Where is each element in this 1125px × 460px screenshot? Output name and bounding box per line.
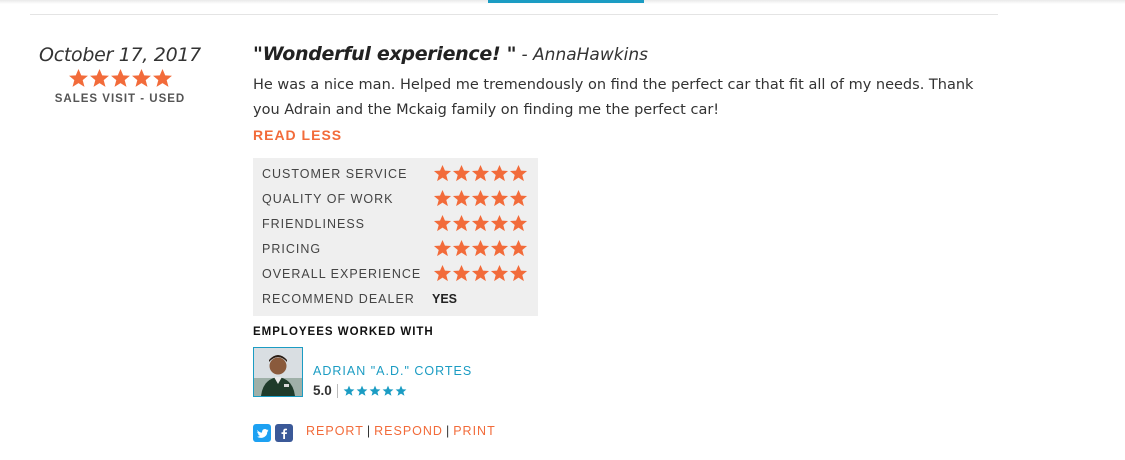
star-icon bbox=[89, 69, 109, 87]
star-icon bbox=[452, 164, 471, 182]
facebook-icon bbox=[281, 428, 287, 439]
employee-photo-icon bbox=[254, 348, 302, 396]
star-icon bbox=[110, 69, 130, 87]
star-icon bbox=[68, 69, 88, 87]
rating-stars bbox=[433, 239, 528, 259]
star-icon bbox=[490, 214, 509, 232]
star-icon bbox=[490, 189, 509, 207]
star-icon bbox=[471, 164, 490, 182]
divider: | bbox=[445, 424, 451, 438]
star-icon bbox=[356, 385, 368, 396]
star-icon bbox=[509, 164, 528, 182]
star-icon bbox=[382, 385, 394, 396]
star-icon bbox=[490, 164, 509, 182]
star-icon bbox=[490, 264, 509, 282]
read-less-link[interactable]: READ LESS bbox=[253, 127, 993, 143]
rating-row: OVERALL EXPERIENCE bbox=[262, 260, 532, 285]
visit-type: SALES VISIT - USED bbox=[54, 93, 186, 105]
review-content: "Wonderful experience! " - AnnaHawkins H… bbox=[253, 42, 993, 442]
employees-heading: EMPLOYEES WORKED WITH bbox=[253, 326, 434, 338]
star-icon bbox=[433, 239, 452, 257]
rating-row: CUSTOMER SERVICE bbox=[262, 160, 532, 185]
star-icon bbox=[509, 239, 528, 257]
rating-stars bbox=[433, 214, 528, 234]
review-author: - AnnaHawkins bbox=[521, 45, 648, 65]
employee-score-divider bbox=[337, 384, 338, 398]
divider: | bbox=[366, 424, 372, 438]
review-title-line: "Wonderful experience! " - AnnaHawkins bbox=[253, 42, 993, 67]
print-link[interactable]: PRINT bbox=[453, 424, 496, 438]
recommend-value: YES bbox=[432, 292, 458, 306]
star-icon bbox=[433, 264, 452, 282]
rating-row: PRICING bbox=[262, 235, 532, 260]
rating-stars bbox=[433, 189, 528, 209]
star-icon bbox=[471, 264, 490, 282]
employee-card[interactable]: ADRIAN "A.D." CORTES 5.0 bbox=[253, 347, 553, 399]
rating-stars bbox=[433, 264, 528, 284]
star-icon bbox=[490, 239, 509, 257]
review-title: "Wonderful experience! " bbox=[253, 43, 517, 65]
star-icon bbox=[471, 239, 490, 257]
star-icon bbox=[509, 264, 528, 282]
ratings-panel: CUSTOMER SERVICE QUALITY OF WORK FRIENDLIN… bbox=[253, 158, 538, 316]
rating-row: QUALITY OF WORK bbox=[262, 185, 532, 210]
twitter-share-button[interactable] bbox=[253, 424, 271, 442]
rating-row: RECOMMEND DEALER YES bbox=[262, 285, 532, 310]
employee-avatar[interactable] bbox=[253, 347, 303, 397]
rating-label: QUALITY OF WORK bbox=[262, 192, 394, 206]
star-icon bbox=[471, 214, 490, 232]
star-icon bbox=[433, 189, 452, 207]
star-icon bbox=[471, 189, 490, 207]
star-icon bbox=[509, 214, 528, 232]
star-icon bbox=[433, 214, 452, 232]
rating-label: PRICING bbox=[262, 242, 322, 256]
employee-name-link[interactable]: ADRIAN "A.D." CORTES bbox=[313, 364, 472, 378]
rating-label: FRIENDLINESS bbox=[262, 217, 365, 231]
review-actions: REPORT | RESPOND | PRINT bbox=[306, 424, 496, 438]
rating-label: CUSTOMER SERVICE bbox=[262, 167, 408, 181]
star-icon bbox=[152, 69, 172, 87]
star-icon bbox=[395, 385, 407, 396]
respond-link[interactable]: RESPOND bbox=[374, 424, 443, 438]
review-meta: October 17, 2017 SALES VISIT - USED bbox=[30, 44, 210, 105]
star-icon bbox=[369, 385, 381, 396]
report-link[interactable]: REPORT bbox=[306, 424, 364, 438]
star-icon bbox=[131, 69, 151, 87]
rating-label: OVERALL EXPERIENCE bbox=[262, 267, 422, 281]
star-icon bbox=[452, 264, 471, 282]
overall-rating-stars bbox=[30, 68, 210, 92]
twitter-icon bbox=[256, 429, 269, 438]
facebook-share-button[interactable] bbox=[275, 424, 293, 442]
review-top-divider bbox=[30, 14, 998, 15]
review-date: October 17, 2017 bbox=[39, 44, 201, 66]
active-tab-indicator bbox=[488, 0, 644, 3]
rating-stars bbox=[433, 164, 528, 184]
rating-label: RECOMMEND DEALER bbox=[262, 292, 415, 306]
star-icon bbox=[509, 189, 528, 207]
star-icon bbox=[452, 189, 471, 207]
star-icon bbox=[452, 214, 471, 232]
employee-score: 5.0 bbox=[313, 383, 332, 398]
employee-rating-stars bbox=[343, 385, 407, 397]
star-icon bbox=[452, 239, 471, 257]
review-body: He was a nice man. Helped me tremendousl… bbox=[253, 77, 974, 118]
star-icon bbox=[433, 164, 452, 182]
star-icon bbox=[343, 385, 355, 396]
rating-row: FRIENDLINESS bbox=[262, 210, 532, 235]
